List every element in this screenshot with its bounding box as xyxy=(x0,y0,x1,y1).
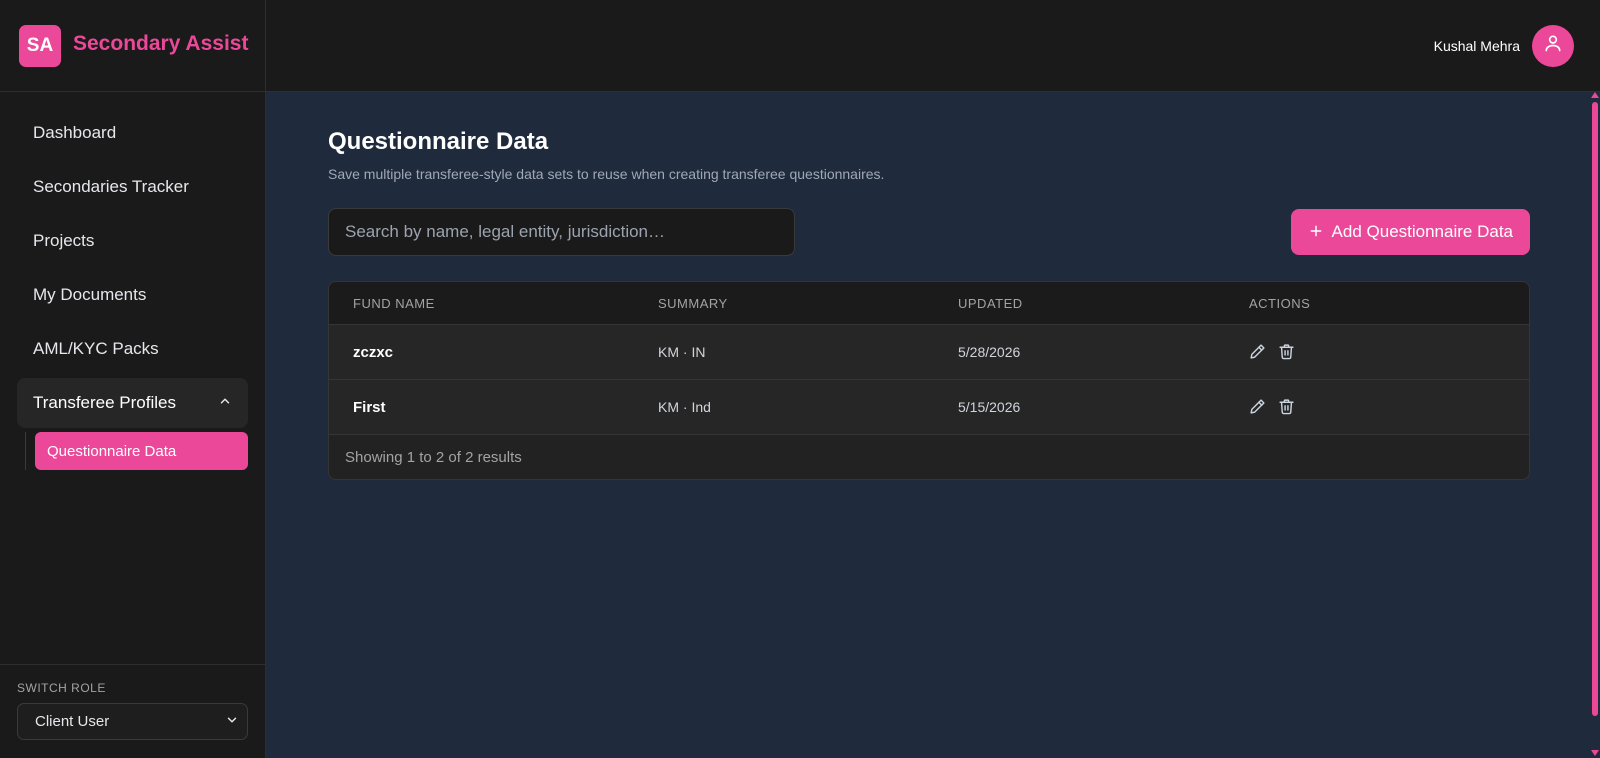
brand-name: Secondary Assist xyxy=(73,32,249,55)
scroll-up-arrow[interactable] xyxy=(1591,92,1599,98)
page-title: Questionnaire Data xyxy=(328,128,549,155)
column-header-actions: ACTIONS xyxy=(1249,295,1311,311)
avatar[interactable] xyxy=(1532,24,1574,67)
sidebar: SA Secondary Assist Dashboard Secondarie… xyxy=(0,0,266,758)
add-questionnaire-data-button[interactable]: Add Questionnaire Data xyxy=(1290,209,1530,255)
scrollbar[interactable] xyxy=(1590,92,1600,758)
column-header-summary[interactable]: SUMMARY xyxy=(658,296,958,311)
table-footer: Showing 1 to 2 of 2 results xyxy=(329,434,1529,479)
trash-icon[interactable] xyxy=(1278,343,1296,361)
sidebar-subitem-questionnaire-data[interactable]: Questionnaire Data xyxy=(35,432,248,470)
brand[interactable]: SA Secondary Assist xyxy=(0,0,265,92)
role-select-value: Client User xyxy=(35,713,110,730)
cell-updated: 5/28/2026 xyxy=(958,344,1021,360)
role-select[interactable]: Client User xyxy=(17,703,248,740)
user-name: Kushal Mehra xyxy=(1433,37,1520,54)
sidebar-group-transferee-profiles[interactable]: Transferee Profiles xyxy=(17,378,248,428)
column-header-updated[interactable]: UPDATED xyxy=(958,296,1249,311)
user-icon xyxy=(1543,33,1563,58)
cell-fund-name: zczxc xyxy=(353,343,394,361)
sidebar-nav: Dashboard Secondaries Tracker Projects M… xyxy=(0,92,265,470)
sidebar-item-dashboard[interactable]: Dashboard xyxy=(17,108,248,158)
search-input[interactable] xyxy=(328,208,795,256)
top-bar: Kushal Mehra xyxy=(266,0,1600,92)
cell-summary: KM · IN xyxy=(658,344,706,360)
scroll-thumb[interactable] xyxy=(1592,102,1598,716)
sidebar-group-label: Transferee Profiles xyxy=(33,393,176,412)
trash-icon[interactable] xyxy=(1278,398,1296,416)
table-row[interactable]: First KM · Ind 5/15/2026 xyxy=(329,379,1529,434)
switch-role-section: SWITCH ROLE Client User xyxy=(0,664,265,758)
pencil-icon[interactable] xyxy=(1249,343,1267,361)
column-header-fund-name[interactable]: FUND NAME xyxy=(329,296,658,311)
sidebar-item-secondaries-tracker[interactable]: Secondaries Tracker xyxy=(17,162,248,212)
questionnaire-table: FUND NAME SUMMARY UPDATED ACTIONS zczxc … xyxy=(328,281,1530,480)
sidebar-item-projects[interactable]: Projects xyxy=(17,216,248,266)
brand-logo: SA xyxy=(19,24,61,67)
scroll-down-arrow[interactable] xyxy=(1591,750,1599,756)
cell-actions xyxy=(1249,343,1529,361)
cell-summary: KM · Ind xyxy=(658,399,711,415)
sidebar-item-my-documents[interactable]: My Documents xyxy=(17,270,248,320)
plus-icon xyxy=(1309,222,1323,242)
add-button-label: Add Questionnaire Data xyxy=(1331,222,1513,241)
sidebar-subnav: Questionnaire Data xyxy=(25,432,248,470)
toolbar: Add Questionnaire Data xyxy=(328,208,1530,256)
page-subtitle: Save multiple transferee-style data sets… xyxy=(328,166,885,182)
table-row[interactable]: zczxc KM · IN 5/28/2026 xyxy=(329,324,1529,379)
chevron-down-icon xyxy=(225,713,239,731)
cell-updated: 5/15/2026 xyxy=(958,399,1021,415)
main-content: Questionnaire Data Save multiple transfe… xyxy=(328,92,1530,480)
table-header: FUND NAME SUMMARY UPDATED ACTIONS xyxy=(329,282,1529,324)
cell-actions xyxy=(1249,398,1529,416)
cell-fund-name: First xyxy=(353,398,386,416)
pencil-icon[interactable] xyxy=(1249,398,1267,416)
chevron-up-icon xyxy=(218,393,232,413)
switch-role-label: SWITCH ROLE xyxy=(17,681,106,695)
sidebar-item-aml-kyc-packs[interactable]: AML/KYC Packs xyxy=(17,324,248,374)
